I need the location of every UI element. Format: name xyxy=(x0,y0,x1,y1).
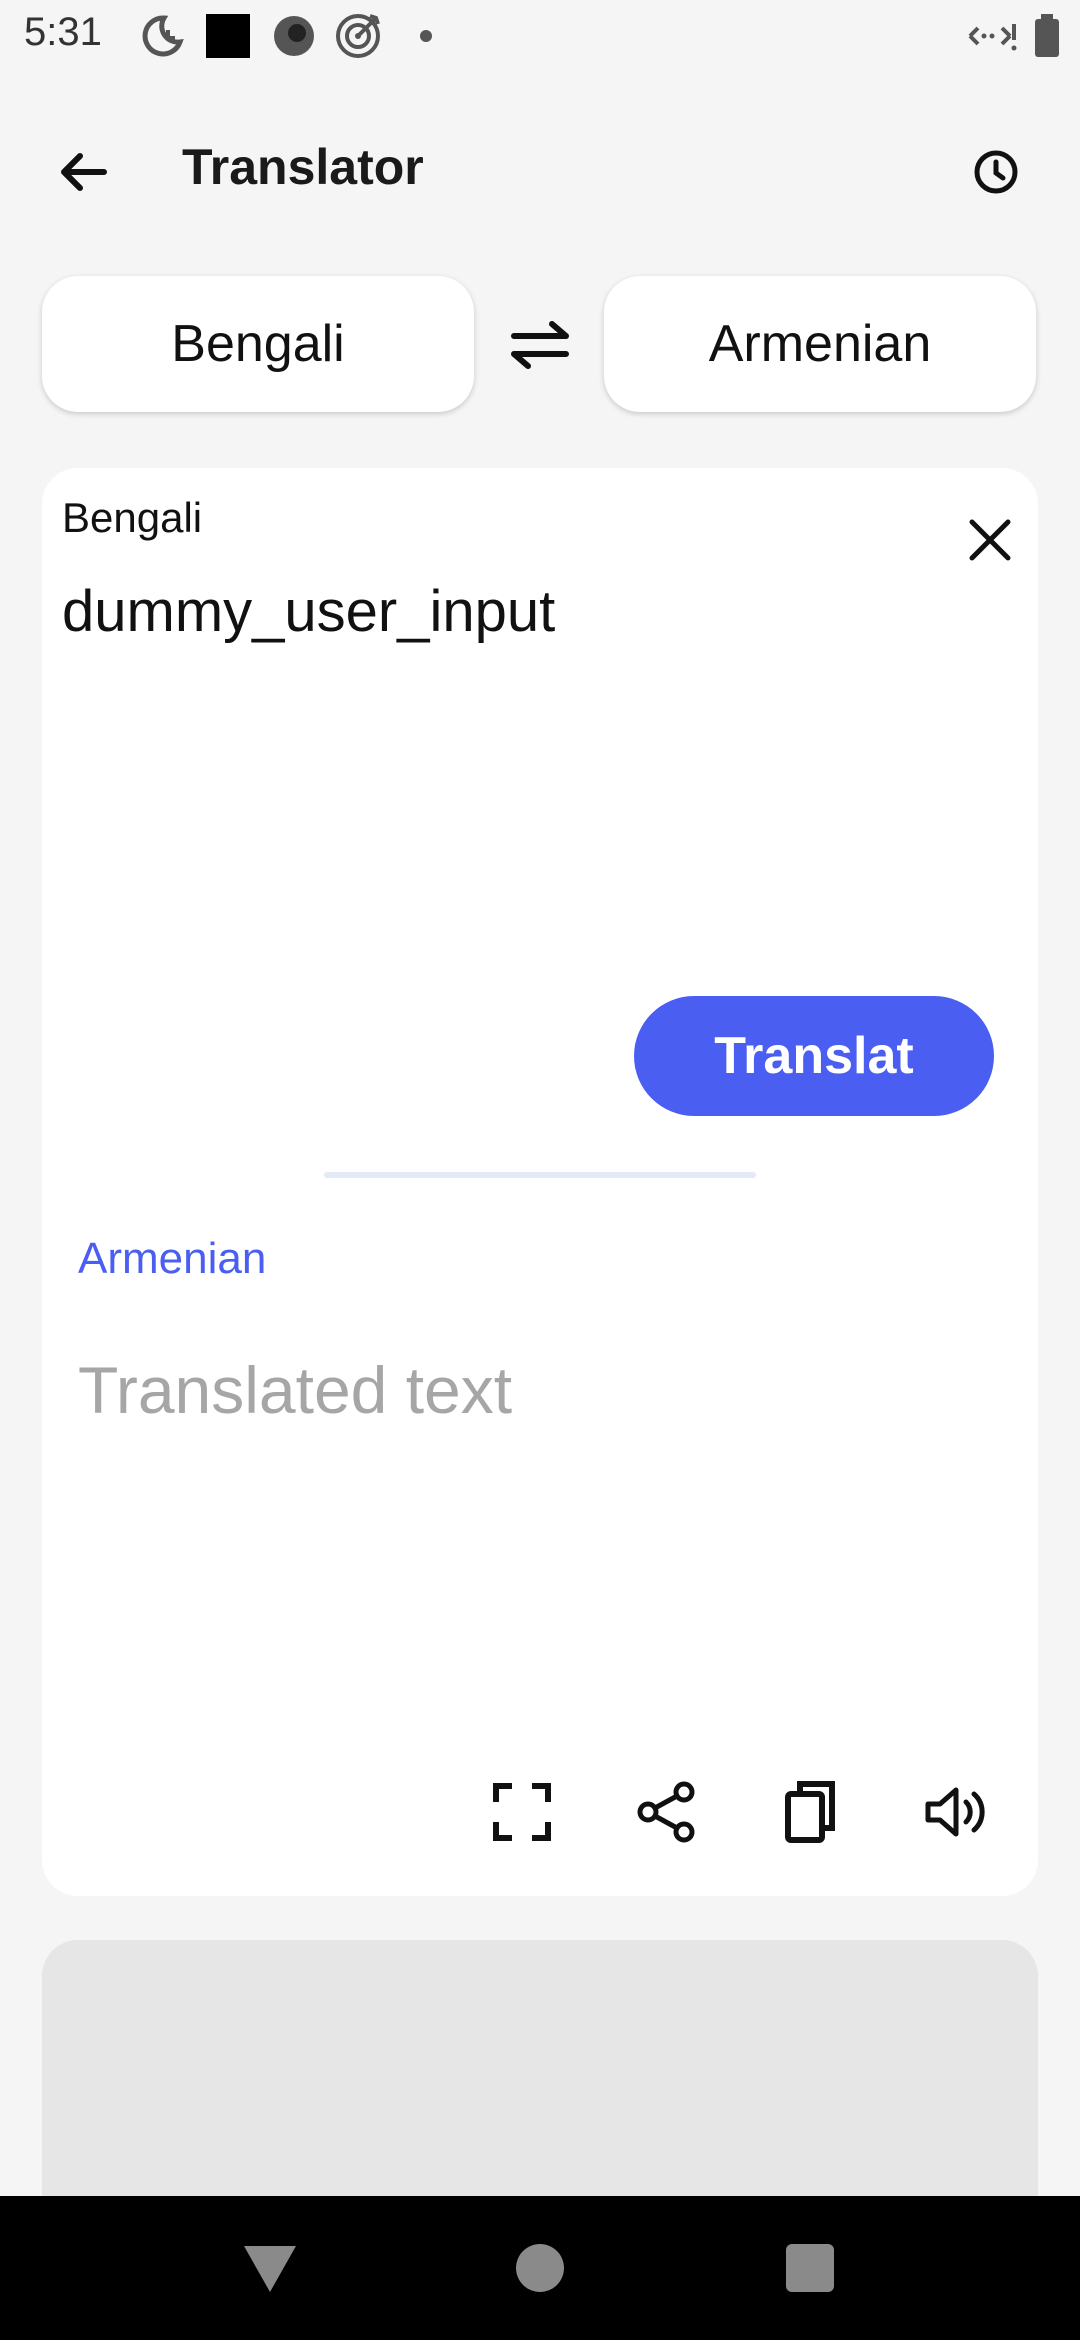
close-icon[interactable] xyxy=(960,510,1020,570)
fullscreen-icon[interactable] xyxy=(486,1776,558,1848)
signal-arrows-icon xyxy=(968,24,1017,51)
system-nav-bar xyxy=(0,2196,1080,2340)
source-text-input[interactable]: dummy_user_input xyxy=(62,578,555,645)
ad-placeholder-panel xyxy=(42,1940,1038,2200)
clock-icon[interactable] xyxy=(960,136,1032,208)
target-language-button[interactable]: Armenian xyxy=(604,276,1036,412)
copy-icon[interactable] xyxy=(774,1776,846,1848)
circle-record-icon xyxy=(274,16,314,56)
swap-arrows-icon[interactable] xyxy=(500,310,580,380)
source-language-label: Bengali xyxy=(62,494,203,541)
battery-icon xyxy=(1035,14,1059,57)
app-bar: Translator xyxy=(0,110,1080,230)
target-icon xyxy=(336,14,380,58)
arrow-left-icon[interactable] xyxy=(48,136,120,208)
target-language-label: Armenian xyxy=(78,1234,267,1283)
page-title: Translator xyxy=(182,139,424,195)
dot-icon xyxy=(420,30,432,42)
recents-square-icon[interactable] xyxy=(778,2236,842,2300)
source-language-button[interactable]: Bengali xyxy=(42,276,474,412)
translation-card: Bengali dummy_user_input Translat Armeni… xyxy=(42,468,1038,1896)
share-icon[interactable] xyxy=(630,1776,702,1848)
divider xyxy=(324,1172,756,1178)
moon-clock-icon xyxy=(142,15,184,57)
status-bar: 5:31 xyxy=(0,0,1080,72)
back-triangle-icon[interactable] xyxy=(238,2236,302,2300)
home-circle-icon[interactable] xyxy=(508,2236,572,2300)
translate-button[interactable]: Translat xyxy=(634,996,994,1116)
black-square-icon xyxy=(206,14,250,58)
speaker-icon[interactable] xyxy=(918,1776,990,1848)
translated-text-output: Translated text xyxy=(78,1353,513,1427)
status-time: 5:31 xyxy=(24,10,102,54)
